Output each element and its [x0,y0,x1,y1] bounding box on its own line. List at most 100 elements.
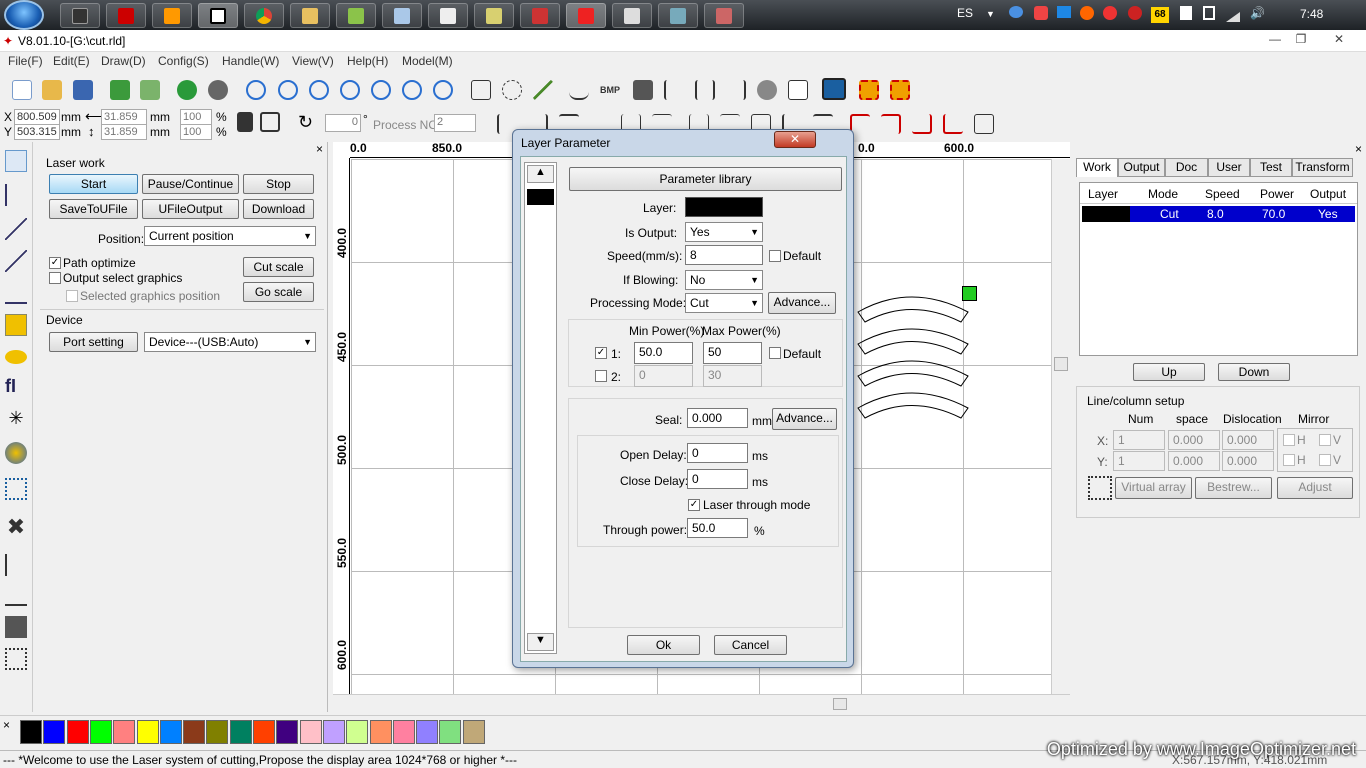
monitor-icon[interactable] [822,78,846,100]
minimize-button[interactable]: — [1264,32,1286,48]
taskbar-app-icon[interactable] [428,3,468,28]
device-icon[interactable] [1203,6,1215,20]
close-panel-icon[interactable]: × [316,142,323,156]
stop-button[interactable]: Stop [243,174,314,194]
taskbar-app-icon[interactable] [612,3,652,28]
menu-help[interactable]: Help(H) [347,54,388,68]
pen-icon[interactable] [533,80,553,100]
color-swatch[interactable] [113,720,136,744]
tab-doc[interactable]: Doc [1165,158,1208,177]
taskbar-app-icon[interactable] [520,3,560,28]
color-swatch[interactable] [462,720,485,744]
menu-file[interactable]: File(F) [8,54,43,68]
group-icon[interactable] [859,80,879,100]
align-icon[interactable] [664,80,684,100]
adjust-button[interactable]: Adjust [1277,477,1353,499]
open-delay-input[interactable]: 0 [687,443,748,463]
processing-mode-select[interactable]: Cut ▼ [685,293,763,313]
go-scale-button[interactable]: Go scale [243,282,314,302]
folder-icon[interactable] [290,3,330,28]
height-percent-input[interactable]: 100 [180,124,212,140]
color-swatch[interactable] [369,720,392,744]
save-to-ufile-button[interactable]: SaveToUFile [49,199,138,219]
y-space-input[interactable]: 0.000 [1168,451,1220,471]
notification-badge[interactable]: 68 [1151,7,1169,23]
color-swatch[interactable] [229,720,252,744]
ungroup-icon[interactable] [890,80,910,100]
dialog-close-button[interactable]: ✕ [774,131,816,148]
center-icon[interactable] [974,114,994,134]
mirror-v-checkbox[interactable] [1319,454,1331,466]
bmp-icon[interactable]: BMP [600,85,620,105]
mirror-h-checkbox[interactable] [1283,434,1295,446]
color-swatch[interactable] [20,720,42,744]
y-coordinate-input[interactable]: 503.315 [14,124,60,140]
close-palette-icon[interactable]: × [3,718,10,732]
clock[interactable]: 7:48 [1300,7,1323,21]
speed-input[interactable]: 8 [685,245,763,265]
avast-icon[interactable] [1080,6,1094,20]
corner-tr-icon[interactable] [881,114,901,134]
device-select[interactable]: Device---(USB:Auto) ▼ [144,332,316,352]
tray-app-icon[interactable] [1180,6,1192,20]
scroll-down-button[interactable]: ▼ [527,633,554,651]
power1-min-input[interactable]: 50.0 [634,342,693,364]
ok-button[interactable]: Ok [627,635,700,655]
x-num-input[interactable]: 1 [1113,430,1165,450]
color-swatch[interactable] [89,720,112,744]
color-swatch[interactable] [159,720,182,744]
zoom-page-icon[interactable] [371,80,391,100]
process-no-input[interactable]: 2 [434,114,476,132]
seal-input[interactable]: 0.000 [687,408,748,428]
maximize-button[interactable]: ❐ [1290,32,1312,48]
width-percent-input[interactable]: 100 [180,109,212,125]
taskbar-app-icon[interactable] [198,3,238,28]
x-coordinate-input[interactable]: 800.509 [14,109,60,125]
redo-icon[interactable] [208,80,228,100]
power-default-checkbox[interactable] [769,347,781,359]
corner-br-icon[interactable] [912,114,932,134]
corner-icon[interactable] [5,616,27,638]
scrollbar-thumb[interactable] [1054,357,1068,371]
path-optimize-checkbox[interactable]: ✓ [49,257,61,269]
curve-icon[interactable] [569,80,589,100]
array-icon[interactable] [1088,476,1112,500]
start-button[interactable]: Start [49,174,138,194]
export-icon[interactable] [140,80,160,100]
width-input[interactable]: 31.859 [101,109,147,125]
x-dislocation-input[interactable]: 0.000 [1222,430,1274,450]
close-panel-icon[interactable]: × [1355,142,1362,156]
mirror-v-icon[interactable] [5,584,27,606]
port-setting-button[interactable]: Port setting [49,332,138,352]
virtual-array-button[interactable]: Virtual array [1115,477,1192,499]
power1-max-input[interactable]: 50 [703,342,762,364]
color-swatch[interactable] [392,720,415,744]
power1-checkbox[interactable]: ✓ [595,347,607,359]
dropbox-icon[interactable] [1057,6,1071,18]
taskbar-app-icon[interactable] [336,3,376,28]
power2-min-input[interactable]: 0 [634,365,693,387]
vertical-scrollbar[interactable] [1051,159,1070,694]
point-icon[interactable]: ✳ [5,408,27,430]
tab-test[interactable]: Test [1250,158,1292,177]
tab-user[interactable]: User [1208,158,1250,177]
tab-transform[interactable]: Transform [1292,158,1353,177]
open-folder-icon[interactable] [42,80,62,100]
node-edit-icon[interactable] [502,80,522,100]
image-icon[interactable] [5,442,27,464]
close-button[interactable]: ✕ [1328,32,1350,48]
machine-icon[interactable] [757,80,777,100]
laser-through-checkbox[interactable]: ✓ [688,499,700,511]
chrome-icon[interactable] [244,3,284,28]
color-swatch[interactable] [253,720,275,744]
taskbar-app-icon[interactable] [658,3,698,28]
volume-icon[interactable]: 🔊 [1250,6,1265,20]
select-arrow-icon[interactable] [5,150,27,172]
undo-icon[interactable] [177,80,197,100]
zoom-all-icon[interactable] [433,80,453,100]
align-right-icon[interactable] [726,80,746,100]
zoom-in-icon[interactable] [278,80,298,100]
corner-bl-icon[interactable] [943,114,963,134]
menu-view[interactable]: View(V) [292,54,334,68]
through-power-input[interactable]: 50.0 [687,518,748,538]
